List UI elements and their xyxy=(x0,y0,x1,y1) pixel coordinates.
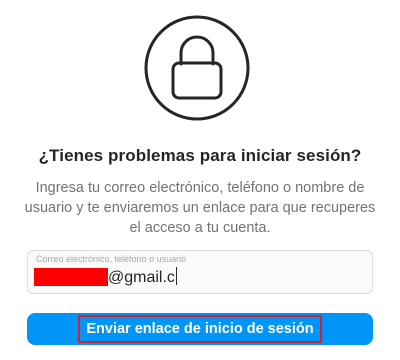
redacted-text xyxy=(34,268,108,286)
lock-icon xyxy=(143,14,251,122)
text-caret xyxy=(175,267,177,285)
page-title: ¿Tienes problemas para iniciar sesión? xyxy=(38,146,362,165)
input-value: @gmail.c xyxy=(108,269,175,286)
send-login-link-button[interactable]: Enviar enlace de inicio de sesión xyxy=(27,313,373,345)
field-label: Correo electrónico, teléfono o usuario xyxy=(36,254,187,264)
account-identifier-input[interactable]: @gmail.c xyxy=(108,267,177,287)
account-identifier-field[interactable]: Correo electrónico, teléfono o usuario @… xyxy=(27,250,373,294)
reset-password-page: ¿Tienes problemas para iniciar sesión? I… xyxy=(0,0,400,360)
send-login-link-label: Enviar enlace de inicio de sesión xyxy=(78,315,322,343)
instructions-text: Ingresa tu correo electrónico, teléfono … xyxy=(24,180,376,236)
